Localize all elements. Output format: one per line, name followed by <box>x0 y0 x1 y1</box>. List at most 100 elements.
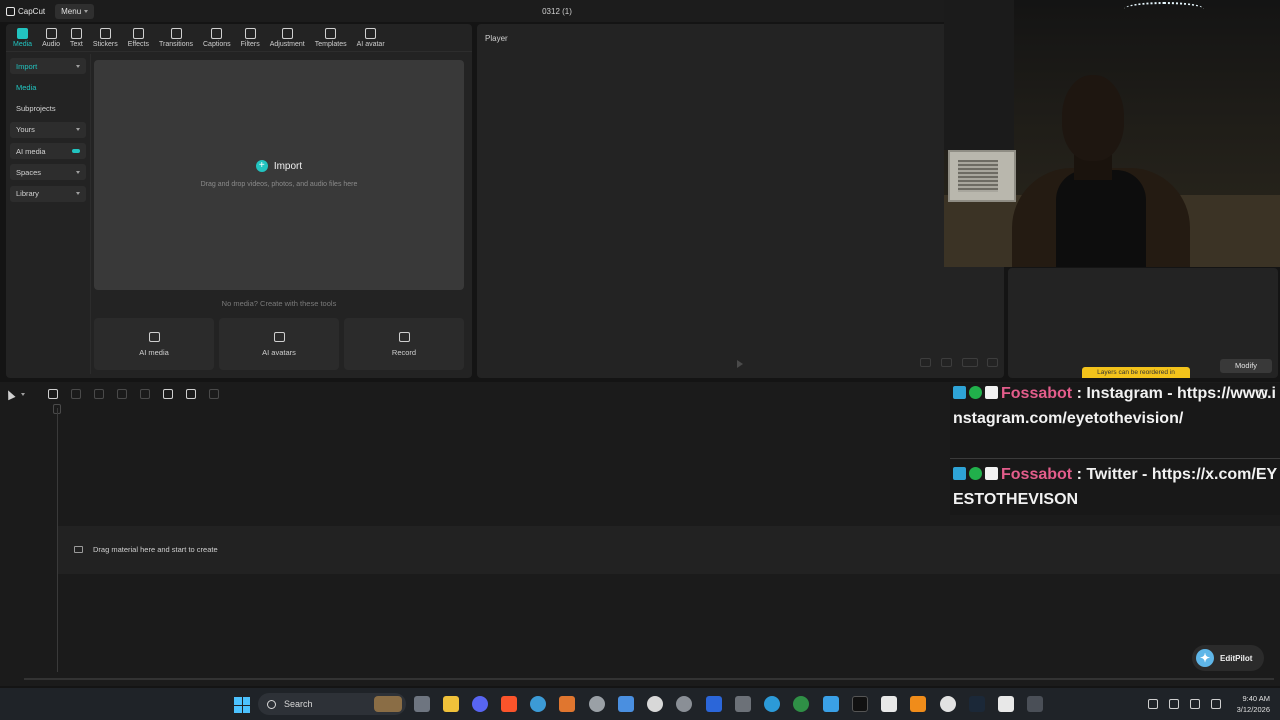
delete-icon[interactable] <box>163 389 173 399</box>
tiktok-icon[interactable] <box>852 696 868 712</box>
chat-message: Fossabot : Twitter - https://x.com/EYEST… <box>953 462 1280 512</box>
word-icon[interactable] <box>706 696 722 712</box>
play-icon[interactable] <box>737 360 743 368</box>
tab-templates[interactable]: Templates <box>310 28 352 51</box>
sidebar-item-spaces[interactable]: Spaces <box>10 164 86 181</box>
clock-date: 3/12/2026 <box>1236 705 1270 714</box>
fl-studio-icon[interactable] <box>559 696 575 712</box>
obs-icon[interactable] <box>589 696 605 712</box>
settings-icon[interactable] <box>676 696 692 712</box>
side-nav: Import Media Subprojects Yours AI media … <box>10 58 86 207</box>
film-icon <box>74 546 83 553</box>
storyboard-icon[interactable] <box>209 389 219 399</box>
main-track-drop-zone[interactable]: Drag material here and start to create <box>58 526 1280 574</box>
capcut-window-icon[interactable] <box>998 696 1014 712</box>
tab-ai-avatar[interactable]: AI avatar <box>352 28 390 51</box>
network-icon[interactable] <box>1190 699 1200 709</box>
chevron-down-icon <box>76 192 80 196</box>
import-drop-area[interactable]: + Import Drag and drop videos, photos, a… <box>94 60 464 290</box>
brave-icon[interactable] <box>501 696 517 712</box>
select-cursor-icon[interactable] <box>4 388 16 400</box>
sidebar-item-yours[interactable]: Yours <box>10 121 86 138</box>
editpilot-button[interactable]: ✦ EditPilot <box>1192 645 1264 671</box>
tab-audio[interactable]: Audio <box>37 28 65 51</box>
ai-media-icon <box>148 331 160 342</box>
redo-icon[interactable] <box>71 389 81 399</box>
clock-time: 9:40 AM <box>1242 694 1270 703</box>
edge-icon[interactable] <box>764 696 780 712</box>
ratio-icon[interactable] <box>920 358 931 367</box>
timeline-scrollbar[interactable] <box>24 678 1274 680</box>
sidebar-item-subprojects[interactable]: Subprojects <box>10 101 86 117</box>
sidebar-item-media[interactable]: Media <box>10 79 86 95</box>
volume-icon[interactable] <box>1211 699 1221 709</box>
undo-icon[interactable] <box>48 389 58 399</box>
bot-badge-icon <box>985 467 998 480</box>
timeline-toolbar <box>4 386 219 402</box>
aspect-icon[interactable] <box>962 358 978 367</box>
calculator-icon[interactable] <box>735 696 751 712</box>
moderator-badge-icon <box>953 386 966 399</box>
tab-media[interactable]: Media <box>8 28 37 51</box>
media-player-icon[interactable] <box>1027 696 1043 712</box>
tab-stickers[interactable]: Stickers <box>88 28 123 51</box>
tab-transitions[interactable]: Transitions <box>154 28 198 51</box>
split-icon[interactable] <box>94 389 104 399</box>
chevron-down-icon[interactable] <box>21 392 25 396</box>
media-icon <box>17 28 29 39</box>
sidebar-item-import[interactable]: Import <box>10 58 86 74</box>
chatgpt-icon[interactable] <box>647 696 663 712</box>
ai-avatars-card[interactable]: AI avatars <box>219 318 339 370</box>
editpilot-label: EditPilot <box>1220 653 1253 663</box>
clock[interactable]: 9:40 AM 3/12/2026 <box>1222 693 1270 715</box>
discord-icon[interactable] <box>472 696 488 712</box>
tab-adjustment[interactable]: Adjustment <box>265 28 310 51</box>
tab-captions[interactable]: Captions <box>198 28 236 51</box>
chrome-icon[interactable] <box>940 696 956 712</box>
microphone-icon[interactable] <box>1169 699 1179 709</box>
steam-icon[interactable] <box>969 696 985 712</box>
record-card[interactable]: Record <box>344 318 464 370</box>
capcut-taskbar-icon[interactable] <box>881 696 897 712</box>
vlc-icon[interactable] <box>910 696 926 712</box>
browser-icon[interactable] <box>530 696 546 712</box>
system-tray <box>1148 699 1221 709</box>
drop-hint: Drag material here and start to create <box>93 545 218 554</box>
file-explorer-icon[interactable] <box>443 696 459 712</box>
import-button[interactable]: + Import <box>94 160 464 172</box>
player-panel: Player <box>477 24 1004 378</box>
ai-media-card[interactable]: AI media <box>94 318 214 370</box>
taskbar-search[interactable]: Search <box>258 693 406 715</box>
trim-left-icon[interactable] <box>117 389 127 399</box>
modify-button[interactable]: Modify <box>1220 359 1272 373</box>
task-view-icon[interactable] <box>414 696 430 712</box>
effects-icon <box>132 28 144 39</box>
plus-icon: + <box>255 160 268 172</box>
tab-filters[interactable]: Filters <box>236 28 265 51</box>
transitions-icon <box>170 28 182 39</box>
search-icon <box>267 699 276 709</box>
fullscreen-icon[interactable] <box>987 358 998 367</box>
chevron-up-icon[interactable] <box>1148 699 1158 709</box>
chevron-down-icon <box>76 128 80 132</box>
tab-effects[interactable]: Effects <box>123 28 154 51</box>
chat-overlay: Fossabot : Instagram - https://www.insta… <box>950 383 1280 515</box>
import-label: Import <box>273 160 303 172</box>
chat-username: Fossabot <box>1001 466 1073 483</box>
layers-tooltip: Layers can be reordered in <box>1082 367 1190 378</box>
webcam-overlay <box>944 0 1280 267</box>
no-media-hint: No media? Create with these tools <box>221 299 337 308</box>
crop-icon[interactable] <box>941 358 952 367</box>
media-panel: Media Audio Text Stickers Effects Transi… <box>6 24 472 378</box>
xbox-icon[interactable] <box>793 696 809 712</box>
notepad-icon[interactable] <box>618 696 634 712</box>
new-badge-icon <box>72 149 80 154</box>
trim-right-icon[interactable] <box>140 389 150 399</box>
shield-icon[interactable] <box>186 389 196 399</box>
tab-text[interactable]: Text <box>65 28 88 51</box>
photos-icon[interactable] <box>823 696 839 712</box>
windows-start-icon[interactable] <box>234 697 250 713</box>
sidebar-item-library[interactable]: Library <box>10 185 86 202</box>
sidebar-item-ai-media[interactable]: AI media <box>10 143 86 160</box>
record-icon <box>398 331 410 342</box>
